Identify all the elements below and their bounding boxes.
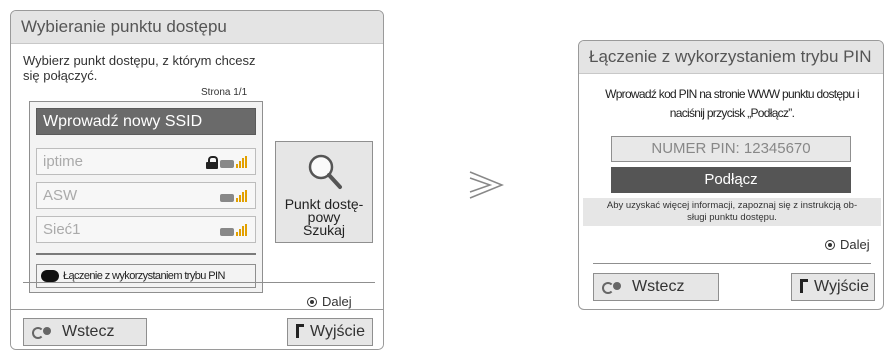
signal-strength-icon: [236, 190, 247, 202]
lock-icon: [206, 155, 218, 169]
next-button[interactable]: Dalej: [307, 294, 352, 309]
instruction-line2: naciśnij przycisk „Podłącz”.: [669, 106, 795, 120]
exit-button[interactable]: Wyjście: [287, 318, 373, 346]
magnifier-icon: [308, 154, 342, 189]
back-icon: [602, 280, 622, 294]
next-button[interactable]: Dalej: [825, 237, 870, 252]
search-label-line3: Szukaj: [302, 222, 346, 238]
back-button[interactable]: Wstecz: [23, 318, 147, 346]
router-icon: [220, 228, 234, 236]
instruction-text: Wprowadź kod PIN na stronie WWW punktu d…: [583, 85, 881, 123]
signal-strength-icon: [236, 224, 247, 236]
divider: [23, 282, 375, 283]
network-item-iptime[interactable]: iptime: [36, 148, 256, 175]
network-name: iptime: [43, 153, 84, 170]
exit-label: Wyjście: [310, 323, 365, 340]
new-ssid-item[interactable]: Wprowadź nowy SSID: [36, 108, 256, 135]
pin-connection-panel: Łączenie z wykorzystaniem trybu PIN Wpro…: [578, 40, 884, 310]
back-icon: [32, 325, 52, 339]
network-name: Sieć1: [43, 221, 81, 238]
router-icon: [220, 194, 234, 202]
next-step-arrow-icon: [469, 171, 504, 199]
exit-label: Wyjście: [814, 278, 869, 295]
exit-button[interactable]: Wyjście: [791, 273, 875, 301]
info-text: Aby uzyskać więcej informacji, zapoznaj …: [583, 198, 881, 226]
next-label: Dalej: [322, 294, 352, 309]
signal-strength-icon: [236, 156, 247, 168]
list-divider: [36, 253, 256, 255]
ok-icon: [307, 297, 317, 307]
info-line1: Aby uzyskać więcej informacji, zapoznaj …: [606, 200, 858, 211]
page-indicator: Strona 1/1: [201, 87, 248, 98]
panel-title: Wybieranie punktu dostępu: [11, 11, 383, 44]
access-point-selection-panel: Wybieranie punktu dostępu Wybierz punkt …: [10, 10, 384, 350]
divider: [593, 263, 871, 264]
network-item-siec1[interactable]: Sieć1: [36, 216, 256, 243]
router-icon: [220, 160, 234, 168]
instruction-text: Wybierz punkt dostępu, z którym chcesz s…: [23, 53, 256, 83]
pin-number-display: NUMER PIN: 12345670: [611, 136, 851, 162]
connect-button[interactable]: Podłącz: [611, 167, 851, 193]
search-access-point-button[interactable]: Punkt dostę- powy Szukaj: [275, 141, 373, 243]
network-name: ASW: [43, 187, 78, 204]
ok-icon: [825, 240, 835, 250]
network-item-asw[interactable]: ASW: [36, 182, 256, 209]
back-label: Wstecz: [632, 278, 685, 295]
next-label: Dalej: [840, 237, 870, 252]
instruction-line1: Wprowadź kod PIN na stronie WWW punktu d…: [605, 87, 860, 101]
pin-mode-connect-button[interactable]: Łączenie z wykorzystaniem trybu PIN: [36, 264, 256, 288]
back-button[interactable]: Wstecz: [593, 273, 719, 301]
info-line2: sługi punktu dostępu.: [687, 212, 777, 223]
exit-icon: [800, 279, 808, 293]
pin-mode-label: Łączenie z wykorzystaniem trybu PIN: [63, 270, 225, 282]
network-list: Wprowadź nowy SSID iptime ASW Sieć1 Łącz…: [29, 101, 263, 293]
back-label: Wstecz: [62, 323, 115, 340]
exit-icon: [296, 324, 304, 338]
blue-button-icon: [41, 270, 59, 282]
bottom-bar: Wstecz Wyjście: [11, 309, 383, 349]
panel-title: Łączenie z wykorzystaniem trybu PIN: [579, 41, 883, 74]
